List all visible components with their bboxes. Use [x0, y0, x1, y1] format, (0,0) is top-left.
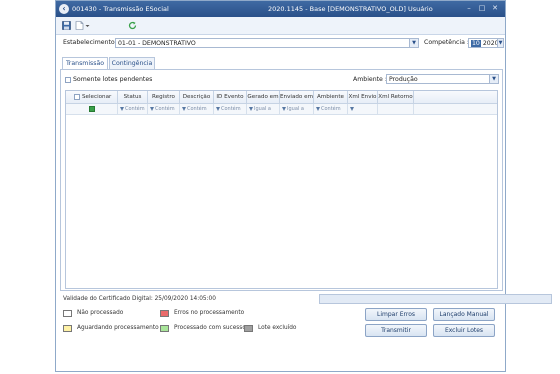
filter-cell[interactable]: Igual a — [280, 104, 314, 114]
column-header[interactable]: Xml Envio — [348, 91, 378, 103]
filter-icon[interactable] — [182, 106, 186, 111]
legend-swatch-errors — [160, 310, 169, 317]
title-bar: ‹ 001430 - Transmissão ESocial 2020.1145… — [56, 1, 505, 17]
ambiente-label: Ambiente : — [353, 76, 387, 83]
legend-label: Lote excluído — [258, 325, 297, 331]
filter-cell[interactable]: Igual a — [247, 104, 280, 114]
dropdown-arrow-icon[interactable] — [85, 21, 90, 30]
chevron-down-icon[interactable]: ▼ — [409, 39, 418, 47]
transmit-button[interactable]: Transmitir — [365, 324, 427, 337]
column-header[interactable]: Status — [118, 91, 148, 103]
progress-bar — [319, 294, 552, 304]
lots-grid: Selecionar Status Registro Descrição ID … — [65, 90, 498, 289]
filter-row: Contém Contém Contém Contém Igual a Igua… — [66, 104, 497, 115]
manual-launch-button[interactable]: Lançado Manual — [433, 308, 495, 321]
filter-cell[interactable]: Contém — [314, 104, 348, 114]
filter-cell[interactable] — [378, 104, 414, 114]
maximize-button[interactable]: □ — [477, 4, 487, 13]
filter-cell[interactable]: Contém — [180, 104, 214, 114]
toolbar — [56, 17, 505, 35]
document-icon[interactable] — [75, 21, 84, 30]
ambiente-value: Produção — [389, 76, 418, 83]
legend-swatch-deleted — [244, 325, 253, 332]
filter-icon[interactable] — [120, 106, 124, 111]
competence-dropdown-icon[interactable]: ▼ — [497, 38, 504, 48]
column-header[interactable]: Ambiente — [314, 91, 348, 103]
filter-icon[interactable] — [350, 106, 354, 111]
save-icon[interactable] — [62, 21, 71, 30]
filter-icon[interactable] — [150, 106, 154, 111]
refresh-icon[interactable] — [128, 21, 137, 30]
filter-cell[interactable] — [66, 104, 118, 114]
establishment-value: 01-01 - DEMONSTRATIVO — [118, 40, 196, 47]
select-all-checkbox[interactable] — [74, 94, 80, 100]
pending-lots-label: Somente lotes pendentes — [73, 76, 153, 83]
back-arrow-icon[interactable]: ‹ — [59, 4, 69, 14]
filter-cell[interactable]: Contém — [148, 104, 180, 114]
column-header[interactable]: Descrição — [180, 91, 214, 103]
main-window: ‹ 001430 - Transmissão ESocial 2020.1145… — [55, 0, 552, 372]
establishment-select[interactable]: 01-01 - DEMONSTRATIVO ▼ — [115, 38, 419, 48]
grid-header: Selecionar Status Registro Descrição ID … — [66, 91, 497, 104]
pending-lots-checkbox[interactable] — [65, 77, 71, 83]
minimize-button[interactable]: – — [464, 4, 474, 13]
legend-label: Processado com sucesso — [174, 325, 246, 331]
filter-checkbox[interactable] — [89, 106, 95, 112]
column-header[interactable]: Selecionar — [66, 91, 118, 103]
certificate-validity: Validade do Certificado Digital: 25/09/2… — [63, 296, 216, 302]
legend-swatch-not-processed — [63, 310, 72, 317]
close-button[interactable]: ✕ — [490, 4, 500, 13]
legend-swatch-success — [160, 325, 169, 332]
tab-contingencia[interactable]: Contingência — [109, 57, 155, 69]
chevron-down-icon[interactable]: ▼ — [489, 75, 498, 83]
ambiente-select[interactable]: Produção ▼ — [386, 74, 499, 84]
filter-row: Estabelecimento : 01-01 - DEMONSTRATIVO … — [56, 37, 505, 50]
filter-cell[interactable] — [348, 104, 378, 114]
delete-lots-button[interactable]: Excluir Lotes — [433, 324, 495, 337]
filter-cell[interactable]: Contém — [118, 104, 148, 114]
column-header[interactable]: ID Evento — [214, 91, 247, 103]
clear-errors-button[interactable]: Limpar Erros — [365, 308, 427, 321]
column-header[interactable]: Gerado em — [247, 91, 280, 103]
column-header[interactable]: Enviado em — [280, 91, 314, 103]
legend-label: Não processado — [77, 310, 124, 316]
establishment-label: Estabelecimento : — [63, 39, 119, 46]
session-title: 2020.1145 - Base [DEMONSTRATIVO_OLD] Usu… — [268, 5, 433, 13]
legend-label: Erros no processamento — [174, 310, 245, 316]
filter-icon[interactable] — [216, 106, 220, 111]
filter-cell[interactable]: Contém — [214, 104, 247, 114]
competence-month[interactable]: 10 — [471, 40, 481, 47]
filter-icon[interactable] — [282, 106, 286, 111]
competence-label: Competência : — [424, 39, 469, 46]
column-header[interactable]: Registro — [148, 91, 180, 103]
transmission-panel: Somente lotes pendentes Ambiente : Produ… — [60, 69, 503, 291]
filter-icon[interactable] — [316, 106, 320, 111]
filter-icon[interactable] — [249, 106, 253, 111]
column-header[interactable]: Xml Retorno — [378, 91, 414, 103]
legend-label: Aguardando processamento — [77, 325, 159, 331]
legend-swatch-waiting — [63, 325, 72, 332]
window-title: 001430 - Transmissão ESocial — [72, 5, 169, 13]
